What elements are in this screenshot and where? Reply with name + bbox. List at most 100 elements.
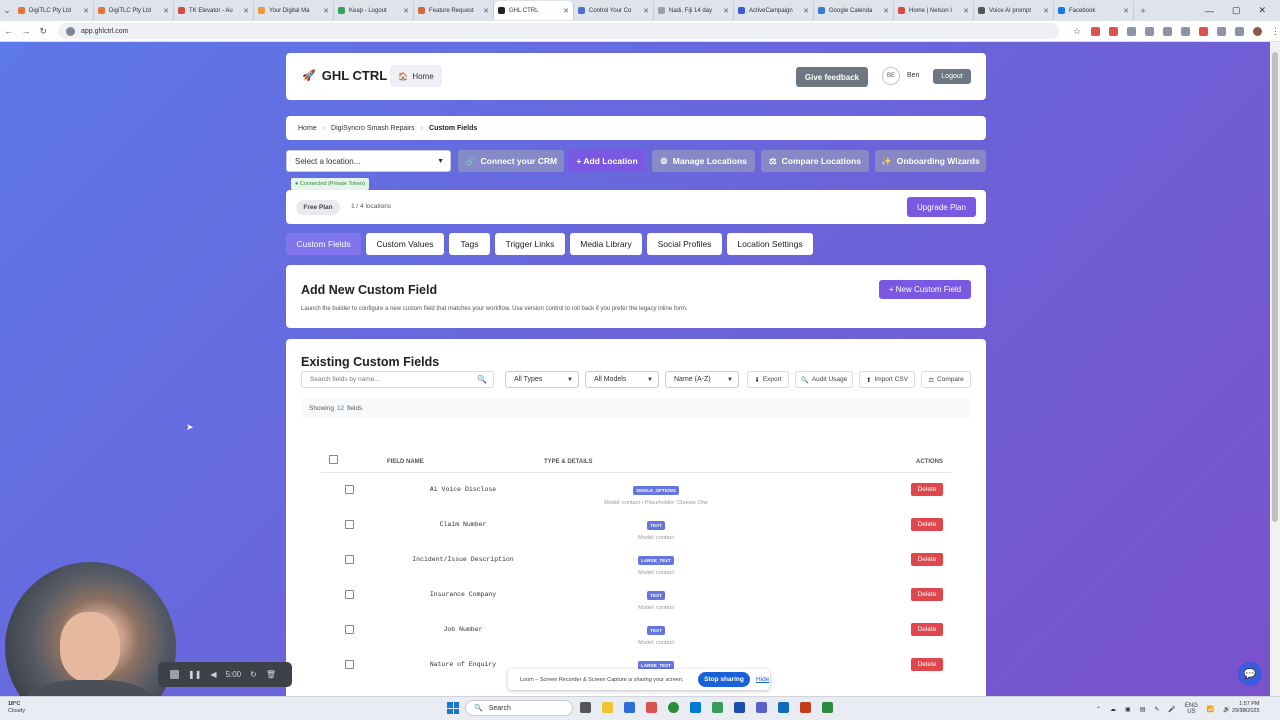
breadcrumb-home[interactable]: Home <box>298 125 317 132</box>
row-checkbox[interactable] <box>345 625 354 634</box>
restart-icon[interactable]: ↻ <box>250 670 257 679</box>
chrome-icon[interactable] <box>668 702 679 713</box>
extension-icon[interactable] <box>1217 26 1227 36</box>
browser-tab[interactable]: Nadi, Fiji 14 day ✕ <box>654 1 734 20</box>
add-location-button[interactable]: + Add Location <box>568 150 646 172</box>
mic-icon[interactable]: 🎤 <box>1168 706 1175 713</box>
maximize-icon[interactable]: ▢ <box>1232 5 1241 16</box>
weather-widget[interactable]: 18°C Cloudy <box>8 701 25 715</box>
browser-tab[interactable]: Your Digital Ma ✕ <box>254 1 334 20</box>
language-indicator[interactable]: ENG US <box>1185 703 1198 715</box>
browser-tab[interactable]: DigiTLC Pty Ltd ✕ <box>94 1 174 20</box>
page-scrollbar[interactable] <box>1270 42 1280 696</box>
extension-icon[interactable] <box>1127 26 1137 36</box>
audit-usage-button[interactable]: 🔍 Audit Usage <box>795 371 853 388</box>
app-icon[interactable] <box>646 702 657 713</box>
close-tab-icon[interactable]: ✕ <box>563 7 569 15</box>
taskbar-search[interactable]: 🔍 Search <box>465 700 573 716</box>
delete-button[interactable]: Delete <box>911 483 943 496</box>
extension-icon[interactable] <box>1199 26 1209 36</box>
browser-tab[interactable]: TK Elevator - Au ✕ <box>174 1 254 20</box>
select-all-checkbox[interactable] <box>329 455 338 464</box>
close-tab-icon[interactable]: ✕ <box>1123 7 1129 15</box>
stop-sharing-button[interactable]: Stop sharing <box>698 672 750 687</box>
app-icon[interactable]: ▣ <box>1125 706 1131 713</box>
close-tab-icon[interactable]: ✕ <box>483 7 489 15</box>
tab-custom-fields[interactable]: Custom Fields <box>286 233 361 255</box>
mute-icon[interactable]: ◀ <box>210 670 216 679</box>
pause-icon[interactable]: ❚❚ <box>188 670 201 679</box>
upgrade-plan-button[interactable]: Upgrade Plan <box>907 197 976 217</box>
tab-trigger-links[interactable]: Trigger Links <box>495 233 565 255</box>
browser-tab[interactable]: Home | Nelson I ✕ <box>894 1 974 20</box>
bookmark-star-icon[interactable]: ☆ <box>1073 26 1082 36</box>
onboarding-wizards-button[interactable]: ✨ Onboarding Wizards <box>875 150 986 172</box>
tab-location-settings[interactable]: Location Settings <box>727 233 813 255</box>
browser-tab[interactable]: Facebook ✕ <box>1054 1 1134 20</box>
tab-tags[interactable]: Tags <box>449 233 490 255</box>
new-tab-icon[interactable]: + <box>1134 6 1152 16</box>
delete-button[interactable]: Delete <box>911 623 943 636</box>
row-checkbox[interactable] <box>345 520 354 529</box>
wifi-icon[interactable]: 📶 <box>1207 706 1214 713</box>
close-tab-icon[interactable]: ✕ <box>963 7 969 15</box>
tab-list-dropdown-icon[interactable]: ⌄ <box>0 5 14 16</box>
url-bar[interactable]: app.ghlctrl.com <box>57 23 1060 39</box>
close-tab-icon[interactable]: ✕ <box>643 7 649 15</box>
location-select[interactable]: Select a location... ▼ <box>286 150 451 172</box>
row-checkbox[interactable] <box>345 555 354 564</box>
close-tab-icon[interactable]: ✕ <box>723 7 729 15</box>
avatar[interactable]: BE <box>882 67 900 85</box>
file-explorer-icon[interactable] <box>602 702 613 713</box>
forward-icon[interactable]: → <box>17 26 34 36</box>
home-button[interactable]: 🏠 Home <box>390 65 442 87</box>
minimize-icon[interactable]: — <box>1205 6 1214 16</box>
close-tab-icon[interactable]: ✕ <box>163 7 169 15</box>
extensions-puzzle-icon[interactable] <box>1235 26 1245 36</box>
site-info-icon[interactable] <box>65 26 75 36</box>
reload-icon[interactable]: ↻ <box>35 26 52 37</box>
close-tab-icon[interactable]: ✕ <box>323 7 329 15</box>
row-checkbox[interactable] <box>345 590 354 599</box>
extension-icon[interactable] <box>1145 26 1155 36</box>
close-tab-icon[interactable]: ✕ <box>243 7 249 15</box>
search-icon[interactable]: 🔍 <box>477 375 487 384</box>
app-icon[interactable] <box>778 702 789 713</box>
model-filter-select[interactable]: All Models ▼ <box>585 371 659 388</box>
browser-tab[interactable]: Keap - Logout ✕ <box>334 1 414 20</box>
close-tab-icon[interactable]: ✕ <box>803 7 809 15</box>
app-icon[interactable] <box>822 702 833 713</box>
app-icon[interactable] <box>800 702 811 713</box>
browser-menu-icon[interactable]: ⋮ <box>1271 26 1280 36</box>
give-feedback-button[interactable]: Give feedback <box>796 67 868 87</box>
onedrive-icon[interactable]: ☁ <box>1110 706 1116 713</box>
start-icon[interactable] <box>447 702 459 714</box>
app-icon[interactable]: ▤ <box>1140 706 1146 713</box>
sort-select[interactable]: Name (A-Z) ▼ <box>665 371 739 388</box>
connect-crm-button[interactable]: 🔗 Connect your CRM <box>458 150 564 172</box>
app-logo[interactable]: 🚀 GHL CTRL <box>302 68 387 83</box>
profile-avatar-icon[interactable] <box>1253 26 1263 36</box>
tab-custom-values[interactable]: Custom Values <box>366 233 444 255</box>
close-tab-icon[interactable]: ✕ <box>403 7 409 15</box>
browser-tab[interactable]: Voice AI prompt ✕ <box>974 1 1054 20</box>
clock[interactable]: 1:57 PM 29/10/2025 <box>1232 701 1260 715</box>
browser-tab[interactable]: Control Your Co ✕ <box>574 1 654 20</box>
browser-tab[interactable]: Feature Request ✕ <box>414 1 494 20</box>
hide-link[interactable]: Hide <box>756 676 769 683</box>
delete-button[interactable]: Delete <box>911 588 943 601</box>
scrollbar-thumb[interactable] <box>1272 52 1278 522</box>
delete-button[interactable]: Delete <box>911 553 943 566</box>
delete-button[interactable]: Delete <box>911 658 943 671</box>
back-icon[interactable]: ← <box>0 26 17 36</box>
task-view-icon[interactable] <box>580 702 591 713</box>
logout-button[interactable]: Logout <box>933 69 971 84</box>
tab-media-library[interactable]: Media Library <box>570 233 642 255</box>
stop-record-icon[interactable] <box>170 670 179 679</box>
trash-icon[interactable]: 🗑 <box>266 670 276 679</box>
extension-icon[interactable] <box>1181 26 1191 36</box>
import-csv-button[interactable]: ⬆ Import CSV <box>859 371 915 388</box>
browser-tab[interactable]: ActiveCampaign ✕ <box>734 1 814 20</box>
app-icon[interactable] <box>624 702 635 713</box>
close-tab-icon[interactable]: ✕ <box>883 7 889 15</box>
